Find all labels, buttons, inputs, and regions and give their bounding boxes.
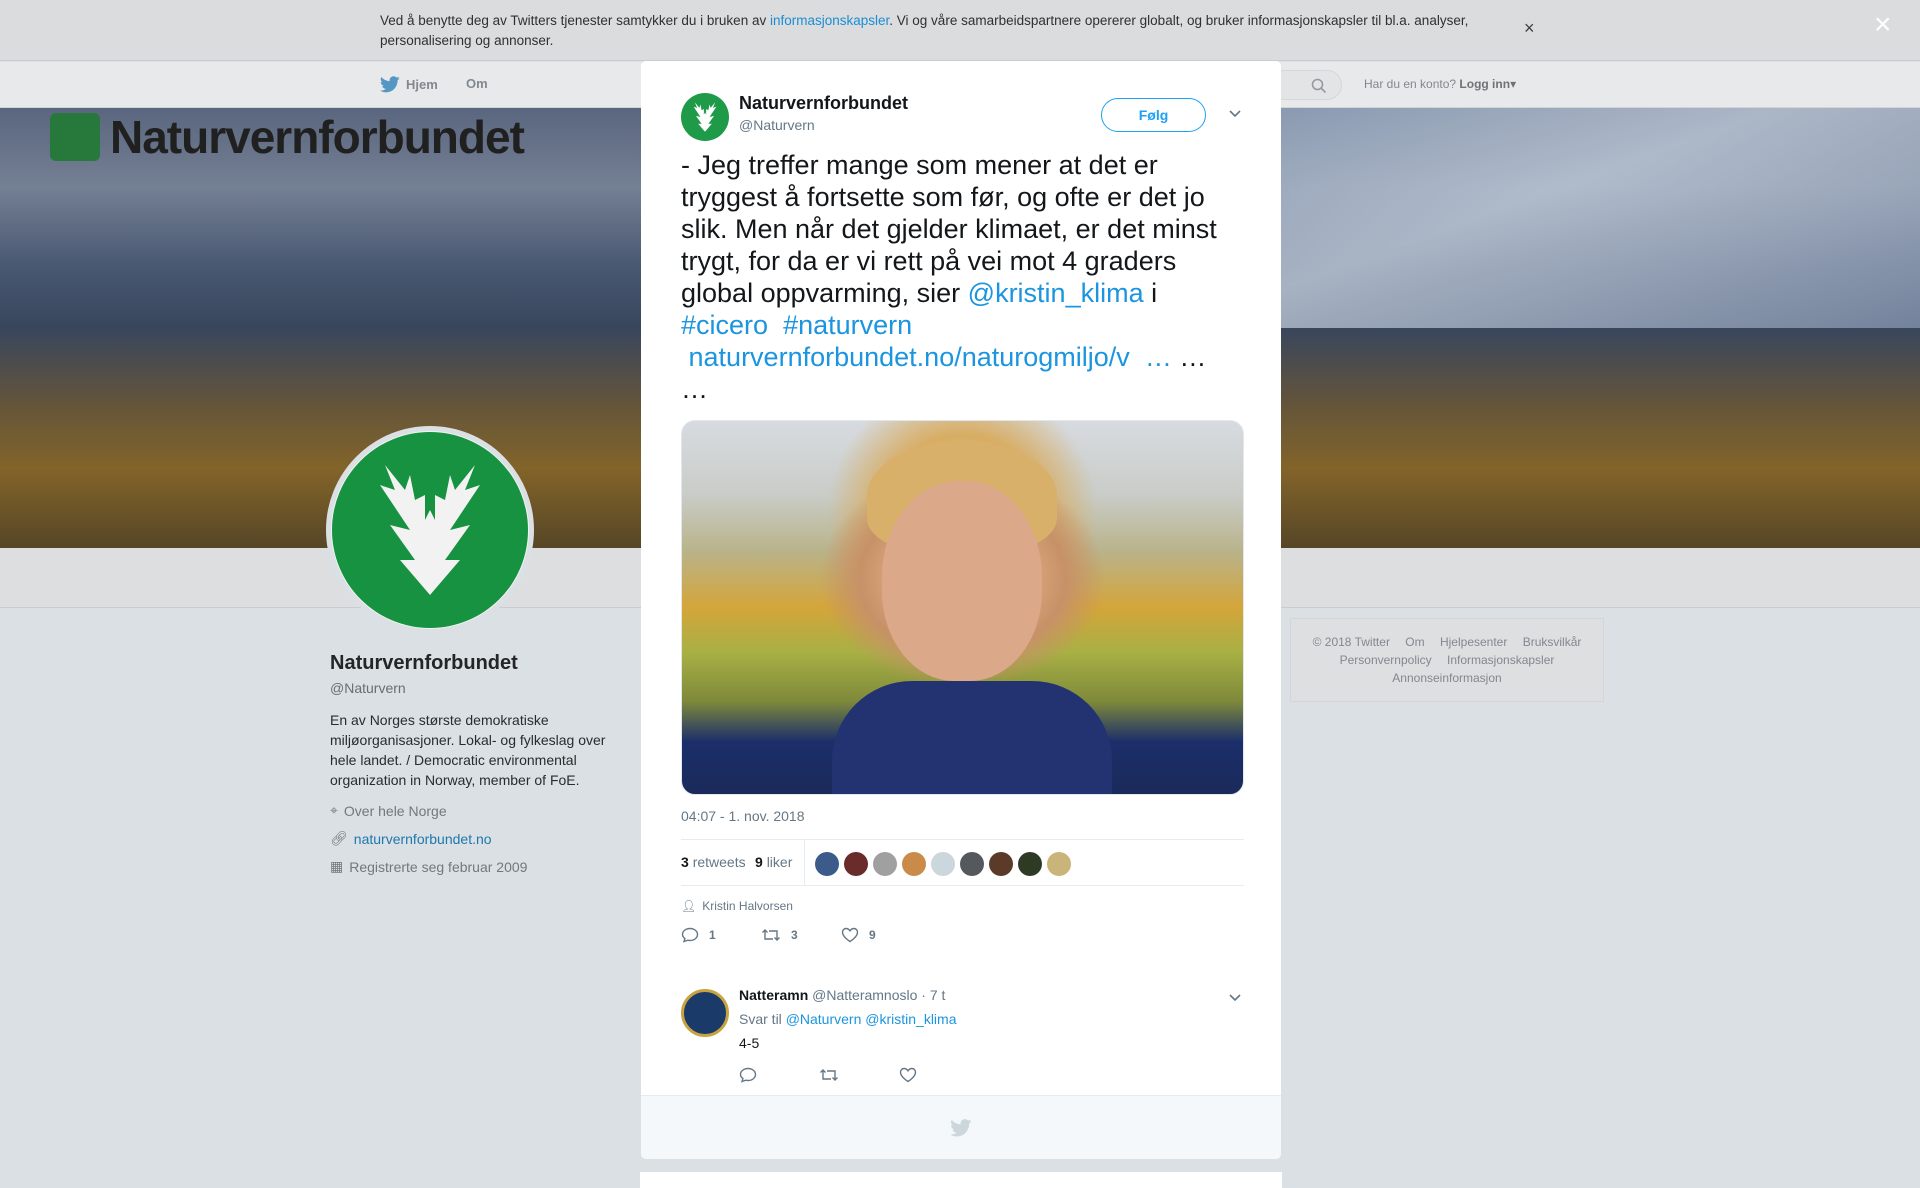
chevron-down-icon[interactable]: [1228, 105, 1242, 123]
tweet-photo[interactable]: [681, 420, 1244, 795]
tweet-modal: Naturvernforbundet @Naturvern Følg - Jeg…: [641, 61, 1281, 1159]
avatar[interactable]: [815, 852, 839, 876]
stats-divider: [804, 840, 805, 886]
hashtag-naturvern[interactable]: #naturvern: [783, 310, 912, 340]
retweet-button[interactable]: 3: [761, 927, 841, 943]
tweet-actions: 1 3 9: [681, 927, 921, 943]
heart-icon: [841, 927, 859, 943]
author-name[interactable]: Naturvernforbundet: [739, 93, 908, 114]
like-button[interactable]: 9: [841, 927, 921, 943]
avatar[interactable]: [989, 852, 1013, 876]
hashtag-cicero[interactable]: #cicero: [681, 310, 768, 340]
reply-to-links[interactable]: @Naturvern @kristin_klima: [786, 1011, 957, 1027]
retweet-icon: [762, 929, 780, 941]
liker-avatars: [815, 852, 1071, 876]
author-handle[interactable]: @Naturvern: [739, 117, 815, 133]
reply-like-button[interactable]: [899, 1067, 979, 1083]
avatar[interactable]: [1018, 852, 1042, 876]
person-icon: 👤︎: [681, 899, 697, 913]
reply-header: Natteramn @Natteramnoslo · 7 t: [739, 987, 945, 1003]
tweet-stats: 3 retweets 9 liker: [681, 839, 1244, 886]
antler-logo-icon: [693, 102, 717, 132]
tagged-people[interactable]: 👤︎ Kristin Halvorsen: [681, 899, 793, 913]
modal-footer: [641, 1095, 1281, 1159]
reply-icon: [739, 1067, 757, 1083]
reply-time[interactable]: · 7 t: [921, 987, 945, 1003]
reply-author-avatar[interactable]: [681, 989, 729, 1037]
author-avatar[interactable]: [681, 93, 729, 141]
reply-button[interactable]: 1: [681, 927, 761, 943]
tweet-timestamp[interactable]: 04:07 - 1. nov. 2018: [681, 808, 805, 824]
tweet-text: - Jeg treffer mange som mener at det er …: [681, 150, 1217, 404]
likes-stat[interactable]: 9 liker: [755, 854, 792, 870]
avatar[interactable]: [931, 852, 955, 876]
avatar[interactable]: [960, 852, 984, 876]
photo-body: [832, 681, 1112, 794]
photo-face: [882, 481, 1042, 681]
avatar[interactable]: [873, 852, 897, 876]
reply-retweet-button[interactable]: [819, 1067, 899, 1083]
avatar[interactable]: [844, 852, 868, 876]
next-panel-edge: [640, 1172, 1282, 1188]
avatar[interactable]: [902, 852, 926, 876]
mention-link[interactable]: @kristin_klima: [968, 278, 1144, 308]
reply-text: 4-5: [739, 1035, 760, 1051]
modal-close-button[interactable]: ×: [1874, 10, 1892, 40]
heart-icon: [899, 1067, 917, 1083]
reply-author-handle[interactable]: @Natteramnoslo: [812, 987, 917, 1003]
retweet-icon: [820, 1069, 838, 1081]
follow-button[interactable]: Følg: [1101, 98, 1206, 132]
reply-to-line: Svar til @Naturvern @kristin_klima: [739, 1011, 957, 1027]
reply-icon: [681, 927, 699, 943]
reply-actions: [739, 1067, 979, 1083]
reply-chevron-down-icon[interactable]: [1228, 989, 1242, 1007]
twitter-bird-icon: [950, 1118, 972, 1136]
retweets-stat[interactable]: 3 retweets: [681, 854, 746, 870]
reply-reply-button[interactable]: [739, 1067, 819, 1083]
reply-author-name[interactable]: Natteramn: [739, 987, 808, 1003]
tweet-url-link[interactable]: naturvernforbundet.no/naturogmiljo/v …: [689, 342, 1172, 372]
avatar[interactable]: [1047, 852, 1071, 876]
